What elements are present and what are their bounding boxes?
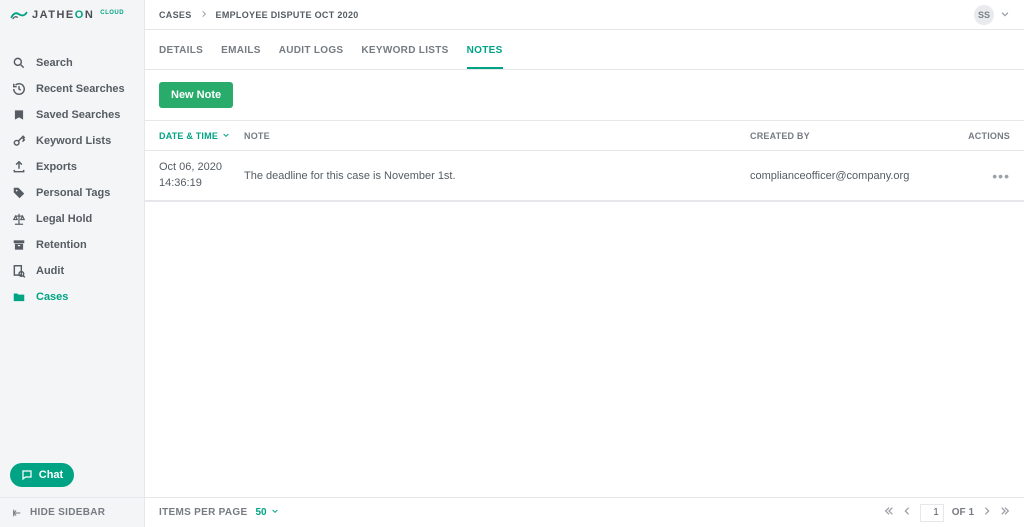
sidebar-item-search[interactable]: Search xyxy=(0,50,144,76)
topbar: CASES EMPLOYEE DISPUTE OCT 2020 SS xyxy=(145,0,1024,30)
brand-logo-mark xyxy=(10,8,28,22)
tab-notes[interactable]: NOTES xyxy=(467,31,503,68)
sidebar: JATHEON CLOUD Search Recent Searches Sav… xyxy=(0,0,145,527)
sidebar-item-recent-searches[interactable]: Recent Searches xyxy=(0,76,144,102)
tab-keyword-lists[interactable]: KEYWORD LISTS xyxy=(361,31,448,68)
col-header-created-by: CREATED BY xyxy=(750,131,950,141)
breadcrumb-current: EMPLOYEE DISPUTE OCT 2020 xyxy=(216,10,359,20)
sidebar-item-label: Exports xyxy=(36,161,77,173)
bookmark-icon xyxy=(12,108,26,122)
chat-label: Chat xyxy=(39,469,63,481)
col-header-date[interactable]: DATE & TIME xyxy=(159,131,244,141)
sidebar-item-saved-searches[interactable]: Saved Searches xyxy=(0,102,144,128)
chevron-down-icon xyxy=(271,507,279,518)
tabs: DETAILS EMAILS AUDIT LOGS KEYWORD LISTS … xyxy=(145,30,1024,70)
row-actions-button[interactable]: ••• xyxy=(950,168,1010,184)
sidebar-item-personal-tags[interactable]: Personal Tags xyxy=(0,180,144,206)
search-icon xyxy=(12,56,26,70)
pager-prev-button[interactable] xyxy=(902,506,912,519)
chevron-down-icon[interactable] xyxy=(1000,8,1010,22)
cell-created-by: complianceofficer@company.org xyxy=(750,170,950,182)
table-row: Oct 06, 2020 14:36:19 The deadline for t… xyxy=(145,151,1024,201)
sidebar-nav: Search Recent Searches Saved Searches Ke… xyxy=(0,30,144,453)
sidebar-item-exports[interactable]: Exports xyxy=(0,154,144,180)
tab-audit-logs[interactable]: AUDIT LOGS xyxy=(279,31,344,68)
avatar[interactable]: SS xyxy=(974,5,994,25)
pager-page-input[interactable] xyxy=(920,504,944,522)
new-note-button[interactable]: New Note xyxy=(159,82,233,108)
collapse-icon xyxy=(12,508,22,518)
brand-logo-text: JATHEON xyxy=(32,9,94,21)
tab-emails[interactable]: EMAILS xyxy=(221,31,261,68)
pager: OF 1 xyxy=(884,504,1010,522)
sidebar-item-retention[interactable]: Retention xyxy=(0,232,144,258)
toolbar: New Note xyxy=(145,70,1024,120)
table-header: DATE & TIME NOTE CREATED BY ACTIONS xyxy=(145,121,1024,151)
sidebar-item-label: Legal Hold xyxy=(36,213,92,225)
hide-sidebar-button[interactable]: HIDE SIDEBAR xyxy=(0,497,144,527)
footer: ITEMS PER PAGE 50 OF 1 xyxy=(145,497,1024,527)
sidebar-item-label: Audit xyxy=(36,265,64,277)
cell-note: The deadline for this case is November 1… xyxy=(244,170,750,182)
audit-icon xyxy=(12,264,26,278)
sidebar-item-cases[interactable]: Cases xyxy=(0,284,144,310)
folder-icon xyxy=(12,290,26,304)
sidebar-item-legal-hold[interactable]: Legal Hold xyxy=(0,206,144,232)
sidebar-item-label: Cases xyxy=(36,291,68,303)
chat-icon xyxy=(21,469,33,481)
main: CASES EMPLOYEE DISPUTE OCT 2020 SS DETAI… xyxy=(145,0,1024,527)
chat-button[interactable]: Chat xyxy=(10,463,74,487)
col-header-actions: ACTIONS xyxy=(950,131,1010,141)
tag-icon xyxy=(12,186,26,200)
hide-sidebar-label: HIDE SIDEBAR xyxy=(30,507,105,518)
sidebar-item-keyword-lists[interactable]: Keyword Lists xyxy=(0,128,144,154)
col-header-note: NOTE xyxy=(244,131,750,141)
cell-date: Oct 06, 2020 14:36:19 xyxy=(159,160,244,191)
breadcrumb-root[interactable]: CASES xyxy=(159,10,192,20)
pager-first-button[interactable] xyxy=(884,506,894,519)
chevron-down-icon xyxy=(222,131,230,141)
chevron-right-icon xyxy=(200,10,208,20)
notes-table: DATE & TIME NOTE CREATED BY ACTIONS Oct … xyxy=(145,120,1024,202)
sidebar-item-audit[interactable]: Audit xyxy=(0,258,144,284)
sidebar-item-label: Retention xyxy=(36,239,87,251)
archive-icon xyxy=(12,238,26,252)
items-per-page-label: ITEMS PER PAGE xyxy=(159,507,247,518)
brand-logo-cloud: CLOUD xyxy=(100,10,124,16)
upload-icon xyxy=(12,160,26,174)
sidebar-item-label: Recent Searches xyxy=(36,83,125,95)
pager-last-button[interactable] xyxy=(1000,506,1010,519)
sidebar-item-label: Keyword Lists xyxy=(36,135,111,147)
brand-logo: JATHEON CLOUD xyxy=(0,0,144,30)
pager-of-label: OF 1 xyxy=(952,507,974,518)
sidebar-item-label: Saved Searches xyxy=(36,109,120,121)
sidebar-item-label: Personal Tags xyxy=(36,187,110,199)
breadcrumb: CASES EMPLOYEE DISPUTE OCT 2020 xyxy=(159,10,359,20)
history-icon xyxy=(12,82,26,96)
key-icon xyxy=(12,134,26,148)
tab-details[interactable]: DETAILS xyxy=(159,31,203,68)
sidebar-item-label: Search xyxy=(36,57,73,69)
items-per-page-select[interactable]: 50 xyxy=(255,507,278,518)
pager-next-button[interactable] xyxy=(982,506,992,519)
scales-icon xyxy=(12,212,26,226)
